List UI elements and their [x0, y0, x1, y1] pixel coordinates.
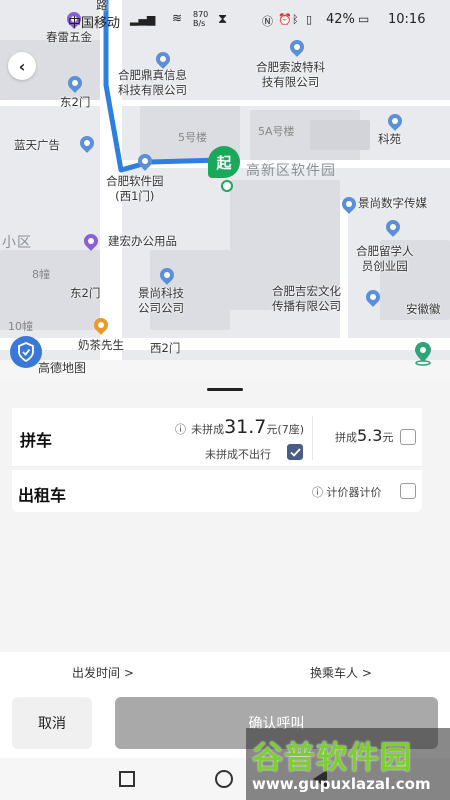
carpool-checkbox[interactable]	[400, 429, 416, 445]
locate-button[interactable]	[408, 338, 438, 368]
network-speed: 870 B/s	[193, 10, 209, 28]
departure-time-button[interactable]: 出发时间 >	[72, 664, 134, 681]
safety-shield-button[interactable]	[10, 336, 42, 368]
poi-dong2men-top[interactable]: 东2门	[60, 95, 90, 110]
info-icon: ⓘ	[175, 423, 186, 436]
poi-jianhong[interactable]: 建宏办公用品	[108, 234, 177, 249]
back-button[interactable]: ‹	[8, 52, 36, 80]
signal-icon: ▂▄▆	[130, 13, 156, 26]
no-go-if-unpooled-checkbox[interactable]	[287, 444, 303, 460]
building-label: 5A号楼	[258, 125, 295, 138]
location-pin-icon	[415, 342, 431, 366]
meter-pricing: ⓘ 计价器计价	[312, 486, 382, 499]
poi-naicha[interactable]: 奶茶先生	[78, 338, 124, 353]
carrier-name: 中国移动	[68, 16, 121, 31]
carpool-option[interactable]: 拼车 ⓘ 未拼成31.7元(7座) 拼成5.3元 未拼成不出行	[12, 408, 422, 467]
poi-dingzhen[interactable]: 合肥鼎真信息 科技有限公司	[118, 68, 187, 98]
poi-suobote[interactable]: 合肥索波特科 技有限公司	[256, 60, 325, 90]
carpool-label: 拼车	[20, 431, 53, 450]
poi-dong2men-bottom[interactable]: 东2门	[70, 286, 100, 301]
carpool-pooled-price: 拼成5.3元	[335, 426, 394, 445]
poi-xi2men[interactable]: 西2门	[150, 341, 180, 356]
poi-jihong[interactable]: 合肥吉宏文化 传播有限公司	[272, 284, 341, 314]
alarm-icon: ⏰	[278, 13, 292, 26]
recents-button[interactable]	[119, 771, 135, 787]
building-label: 8幢	[32, 268, 50, 281]
map-provider-logo: 高德地图	[38, 361, 87, 375]
nfc-icon: Ⓝ	[262, 15, 273, 28]
taxi-option[interactable]: 出租车 ⓘ 计价器计价	[12, 470, 422, 512]
battery-icon: ▭	[358, 12, 370, 26]
poi-anhuihui[interactable]: 安徽徽	[406, 302, 441, 317]
chevron-left-icon: ‹	[18, 56, 26, 76]
battery-percent: 42%	[326, 12, 355, 27]
poi-liuxueren[interactable]: 合肥留学人 员创业园	[356, 244, 414, 274]
building-label: 10幢	[8, 320, 33, 333]
info-icon: ⓘ	[312, 486, 323, 499]
taxi-label: 出租车	[18, 486, 67, 505]
status-bar: 中国移动 ▂▄▆ ≋ 870 B/s ⧗ Ⓝ ⏰ ᛒ ▯ 42% ▭ 10:16	[0, 0, 450, 40]
start-marker[interactable]: 起	[208, 146, 240, 178]
watermark-url: www.gupuxlazal.com	[252, 775, 431, 793]
cancel-button[interactable]: 取消	[12, 697, 92, 749]
district-label: 高新区软件园	[246, 163, 336, 179]
home-button[interactable]	[215, 770, 233, 788]
map-view[interactable]: 路 春雷五金 合肥鼎真信息 科技有限公司 合肥索波特科 技有限公司 东2门 蓝天…	[0, 0, 450, 380]
poi-jingshangshuzi[interactable]: 景尚数字传媒	[358, 196, 427, 211]
poi-keyuan[interactable]: 科苑	[378, 132, 401, 147]
vibrate-icon: ▯	[306, 13, 313, 26]
start-dot-icon	[221, 180, 233, 192]
hourglass-icon: ⧗	[218, 12, 228, 27]
clock: 10:16	[388, 12, 426, 27]
sheet-drag-handle[interactable]	[207, 388, 243, 391]
divider	[312, 416, 313, 460]
checkmark-icon	[289, 447, 301, 457]
watermark: 谷普软件园 www.gupuxlazal.com	[246, 728, 450, 800]
shield-icon	[18, 342, 34, 362]
poi-lantian[interactable]: 蓝天广告	[14, 138, 60, 153]
watermark-brand: 谷普软件园	[252, 740, 412, 776]
taxi-checkbox[interactable]	[400, 483, 416, 499]
bluetooth-icon: ᛒ	[292, 13, 299, 26]
no-go-if-unpooled-label: 未拼成不出行	[205, 448, 271, 461]
options-bar: 出发时间 > 换乘车人 >	[0, 652, 450, 692]
building-label: 5号楼	[178, 131, 207, 144]
poi-jingshangkeji[interactable]: 景尚科技 公司公司	[138, 286, 184, 316]
wifi-icon: ≋	[172, 11, 183, 25]
change-passenger-button[interactable]: 换乘车人 >	[310, 664, 372, 681]
district-label: 小区	[2, 235, 32, 251]
carpool-unpooled-price: ⓘ 未拼成31.7元(7座)	[175, 416, 304, 438]
poi-ruanjianyuan[interactable]: 合肥软件园 (西1门)	[106, 174, 164, 204]
